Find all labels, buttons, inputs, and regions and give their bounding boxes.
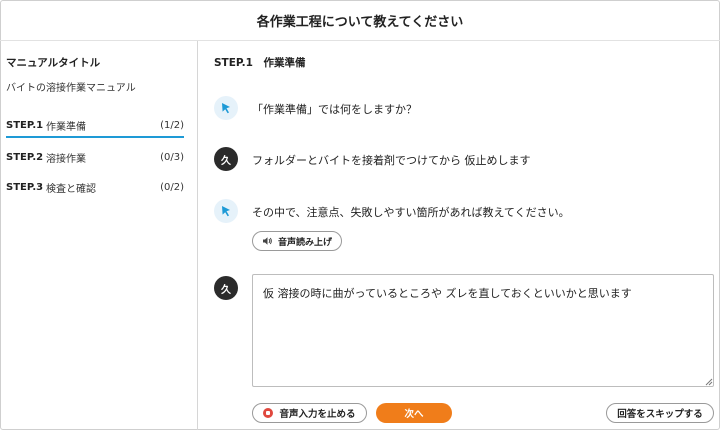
step-name: 作業準備: [46, 121, 86, 133]
speaker-icon: [263, 237, 272, 245]
bot-avatar: [214, 199, 238, 223]
header: 各作業工程について教えてください: [0, 0, 720, 40]
user-message: フォルダーとバイトを接着剤でつけてから 仮止めします: [252, 154, 531, 167]
sidebar-item-step-2[interactable]: STEP.2 溶接作業 (0/3): [6, 145, 184, 169]
read-aloud-button[interactable]: 音声読み上げ: [252, 231, 343, 251]
read-aloud-label: 音声読み上げ: [278, 236, 333, 247]
step-number: STEP.1: [6, 119, 44, 131]
skip-answer-button[interactable]: 回答をスキップする: [606, 403, 714, 423]
step-name: 検査と確認: [46, 183, 96, 195]
page-title: 各作業工程について教えてください: [256, 14, 464, 30]
step-number: STEP.2: [6, 151, 44, 163]
cursor-arrow-icon: [222, 206, 230, 217]
stop-voice-input-label: 音声入力を止める: [279, 409, 356, 420]
next-button[interactable]: 次へ: [376, 403, 452, 423]
step-progress: (0/3): [160, 151, 184, 163]
sidebar-item-step-1[interactable]: STEP.1 作業準備 (1/2): [6, 114, 184, 138]
user-avatar: 久: [214, 276, 238, 300]
sidebar: マニュアルタイトル バイトの溶接作業マニュアル STEP.1 作業準備 (1/2…: [0, 41, 198, 430]
bot-message: その中で、注意点、失敗しやすい箇所があれば教えてください。: [252, 206, 570, 219]
cursor-arrow-icon: [222, 103, 230, 114]
stop-record-icon: [263, 408, 274, 418]
answer-input[interactable]: 仮 溶接の時に曲がっているところや ズレを直しておくといいかと思います: [252, 274, 714, 387]
stop-voice-input-button[interactable]: 音声入力を止める: [252, 403, 367, 423]
bot-avatar: [214, 96, 238, 120]
step-progress: (0/2): [160, 181, 184, 193]
bot-message: 「作業準備」では何をしますか？: [252, 103, 417, 116]
user-avatar: 久: [214, 147, 238, 171]
step-name: 溶接作業: [46, 153, 86, 165]
step-number: STEP.3: [6, 181, 44, 193]
manual-title-label: マニュアルタイトル: [6, 57, 101, 69]
resize-grip-icon[interactable]: [704, 377, 713, 386]
manual-title-value: バイトの溶接作業マニュアル: [6, 83, 136, 94]
sidebar-item-step-3[interactable]: STEP.3 検査と確認 (0/2): [6, 175, 184, 199]
current-step-title: STEP.1 作業準備: [214, 57, 306, 69]
chat-panel: STEP.1 作業準備 「作業準備」では何をしますか？ 久 フォルダーとバイトを…: [200, 41, 720, 430]
step-progress: (1/2): [160, 119, 184, 131]
